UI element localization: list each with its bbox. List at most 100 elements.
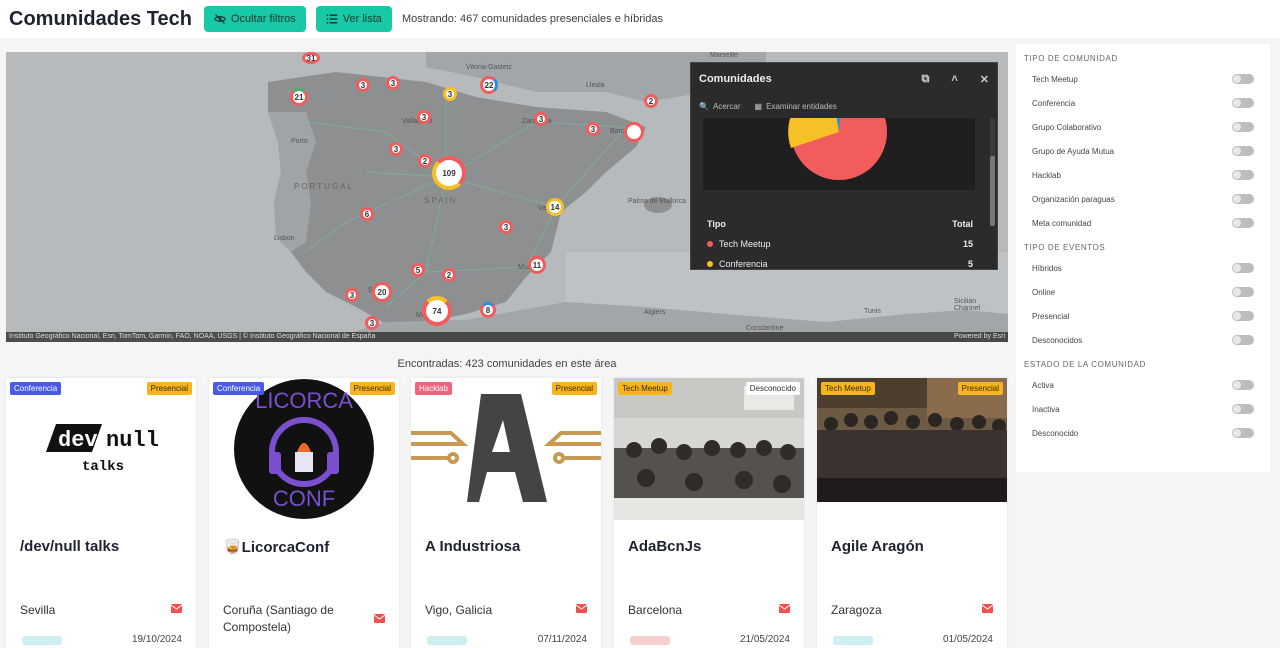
map-cluster[interactable]: 2 bbox=[442, 268, 456, 282]
filter-toggle[interactable] bbox=[1232, 146, 1254, 156]
community-card[interactable]: Hacklab Presencial A Industriosa Vigo, G… bbox=[411, 378, 601, 648]
place-label: Constantine bbox=[746, 325, 784, 332]
map-cluster[interactable]: 5 bbox=[411, 263, 425, 277]
map-cluster[interactable] bbox=[624, 122, 644, 142]
envelope-icon[interactable] bbox=[576, 604, 587, 613]
filter-row[interactable]: Grupo Colaborativo bbox=[1024, 115, 1262, 139]
filter-row[interactable]: Hacklab bbox=[1024, 163, 1262, 187]
community-card[interactable]: Tech Meetup Desconocido AdaBcnJs Barcelo… bbox=[614, 378, 804, 648]
row-total: 5 bbox=[967, 259, 973, 269]
filter-toggle[interactable] bbox=[1232, 122, 1254, 132]
map-cluster[interactable]: 3 bbox=[345, 288, 359, 302]
map-attribution: Instituto Geográfico Nacional, Esri, Tom… bbox=[6, 332, 1008, 342]
filter-row[interactable]: Presencial bbox=[1024, 304, 1262, 328]
zoom-to-button[interactable]: 🔍 Acercar bbox=[699, 102, 741, 111]
map-cluster[interactable]: 74 bbox=[422, 296, 452, 326]
envelope-icon[interactable] bbox=[171, 604, 182, 613]
map-cluster[interactable]: 14 bbox=[546, 198, 564, 216]
map-cluster[interactable]: 3 bbox=[499, 220, 513, 234]
filter-row[interactable]: Desconocidos bbox=[1024, 328, 1262, 352]
filter-toggle[interactable] bbox=[1232, 404, 1254, 414]
filter-toggle[interactable] bbox=[1232, 194, 1254, 204]
hide-filters-button[interactable]: Ocultar filtros bbox=[204, 6, 306, 32]
filter-row[interactable]: Organización paraguas bbox=[1024, 187, 1262, 211]
envelope-icon[interactable] bbox=[779, 604, 790, 613]
powered-by-text: Powered by Esri bbox=[954, 333, 1005, 340]
filter-row[interactable]: Híbridos bbox=[1024, 256, 1262, 280]
community-card[interactable]: Tech Meetup Presencial Agile Aragón Zara… bbox=[817, 378, 1007, 648]
map-cluster[interactable]: 109 bbox=[432, 156, 466, 190]
filter-toggle[interactable] bbox=[1232, 263, 1254, 273]
card-type-badge: Hacklab bbox=[415, 382, 452, 395]
filter-toggle[interactable] bbox=[1232, 428, 1254, 438]
map-cluster[interactable]: 3 bbox=[365, 316, 379, 330]
filter-toggle[interactable] bbox=[1232, 335, 1254, 345]
filter-label: Inactiva bbox=[1032, 404, 1060, 414]
logo-text: dev bbox=[58, 428, 98, 453]
place-label: Vitoria-Gasteiz bbox=[466, 64, 512, 71]
filter-toggle[interactable] bbox=[1232, 380, 1254, 390]
filter-label: Desconocido bbox=[1032, 428, 1079, 438]
filter-row[interactable]: Activa bbox=[1024, 373, 1262, 397]
scroll-thumb[interactable] bbox=[990, 156, 995, 226]
row-name: Conferencia bbox=[719, 259, 768, 269]
filter-row[interactable]: Tech Meetup bbox=[1024, 67, 1262, 91]
popup-table: Tipo Total Tech Meetup 15 Conferencia 5 bbox=[707, 219, 973, 279]
dock-icon[interactable]: ⧉ bbox=[921, 73, 929, 86]
filter-row[interactable]: Conferencia bbox=[1024, 91, 1262, 115]
row-name: Tech Meetup bbox=[719, 239, 771, 249]
map-cluster[interactable]: 8 bbox=[480, 302, 496, 318]
filter-toggle[interactable] bbox=[1232, 311, 1254, 321]
meetup-photo bbox=[614, 378, 804, 520]
map-cluster[interactable]: 3 bbox=[534, 112, 548, 126]
filter-row[interactable]: Online bbox=[1024, 280, 1262, 304]
filter-toggle[interactable] bbox=[1232, 218, 1254, 228]
filter-label: Conferencia bbox=[1032, 98, 1076, 108]
filter-row[interactable]: Grupo de Ayuda Mutua bbox=[1024, 139, 1262, 163]
map-cluster[interactable]: 3 bbox=[417, 110, 431, 124]
map-cluster[interactable]: 31 bbox=[302, 52, 320, 64]
filter-row[interactable]: Desconocido bbox=[1024, 421, 1262, 445]
map-cluster[interactable]: 11 bbox=[528, 256, 546, 274]
filter-section-title: TIPO DE EVENTOS bbox=[1024, 243, 1106, 252]
place-label: Porto bbox=[291, 138, 308, 145]
filter-toggle[interactable] bbox=[1232, 74, 1254, 84]
filter-row[interactable]: Inactiva bbox=[1024, 397, 1262, 421]
view-list-button[interactable]: Ver lista bbox=[315, 6, 392, 32]
map-cluster[interactable]: 21 bbox=[290, 88, 308, 106]
community-card[interactable]: dev null talks Conferencia Presencial /d… bbox=[6, 378, 196, 648]
map-cluster[interactable]: 3 bbox=[443, 87, 457, 101]
browse-features-button[interactable]: ▦ Examinar entidades bbox=[755, 102, 837, 111]
filter-toggle[interactable] bbox=[1232, 170, 1254, 180]
close-icon[interactable]: ✕ bbox=[980, 73, 989, 86]
envelope-icon[interactable] bbox=[374, 614, 385, 623]
popup-row: Conferencia 5 bbox=[707, 259, 973, 269]
browse-label: Examinar entidades bbox=[766, 101, 837, 111]
card-mode-badge: Presencial bbox=[957, 382, 1003, 395]
filter-toggle[interactable] bbox=[1232, 98, 1254, 108]
map-cluster[interactable]: 3 bbox=[386, 76, 400, 90]
filter-row[interactable]: Meta comunidad bbox=[1024, 211, 1262, 235]
popup-scrollbar[interactable] bbox=[990, 118, 995, 226]
popup-table-header: Tipo Total bbox=[707, 219, 973, 229]
map-cluster[interactable]: 2 bbox=[418, 154, 432, 168]
row-total: 15 bbox=[962, 239, 973, 249]
map-cluster[interactable]: 2 bbox=[644, 94, 658, 108]
zoom-icon: 🔍 bbox=[699, 101, 709, 111]
map-cluster[interactable]: 20 bbox=[372, 282, 392, 302]
card-image bbox=[817, 378, 1007, 502]
map-cluster[interactable]: 3 bbox=[389, 142, 403, 156]
map-cluster[interactable]: 3 bbox=[586, 122, 600, 136]
card-mode-badge: Desconocido bbox=[745, 382, 800, 395]
map-cluster[interactable]: 22 bbox=[480, 76, 498, 94]
filter-toggle[interactable] bbox=[1232, 287, 1254, 297]
map-cluster[interactable]: 3 bbox=[356, 78, 370, 92]
card-name: AdaBcnJs bbox=[628, 538, 702, 555]
community-card[interactable]: LICORCA CONF Conferencia Presencial 🥃Lic… bbox=[209, 378, 399, 648]
card-status-badge bbox=[630, 636, 670, 645]
popup-actions: 🔍 Acercar ▦ Examinar entidades bbox=[691, 95, 997, 117]
collapse-icon[interactable]: ˄ bbox=[951, 73, 957, 86]
envelope-icon[interactable] bbox=[982, 604, 993, 613]
map-cluster[interactable]: 6 bbox=[360, 207, 374, 221]
place-label: Sicilian Channel bbox=[954, 298, 981, 312]
